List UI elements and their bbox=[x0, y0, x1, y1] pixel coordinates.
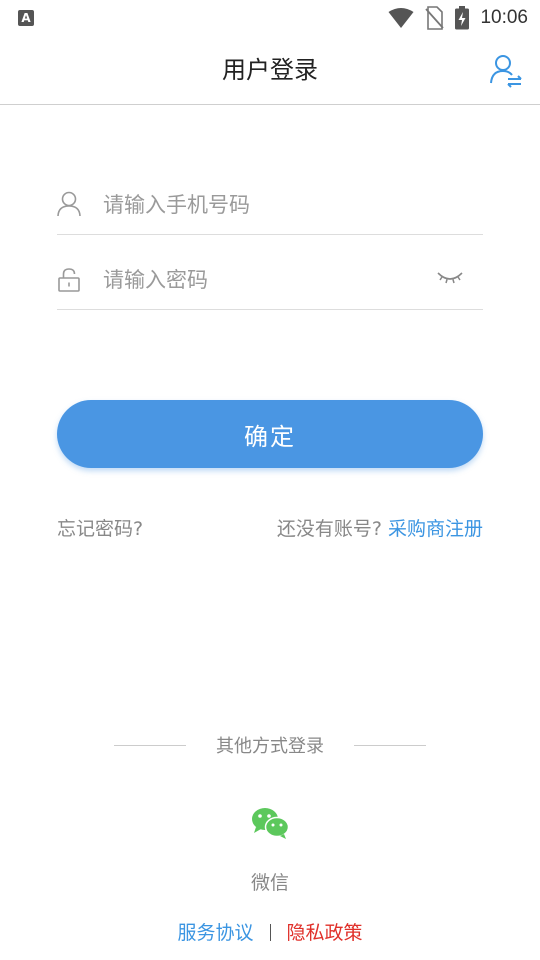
user-icon bbox=[57, 191, 81, 217]
phone-field bbox=[57, 176, 483, 235]
status-time: 10:06 bbox=[480, 7, 528, 28]
divider-right bbox=[354, 745, 426, 746]
password-input[interactable] bbox=[103, 261, 423, 299]
service-agreement-link[interactable]: 服务协议 bbox=[177, 922, 253, 944]
wifi-icon bbox=[388, 8, 414, 28]
wechat-label: 微信 bbox=[250, 872, 289, 894]
status-icons: 10:06 bbox=[388, 4, 528, 32]
phone-input[interactable] bbox=[103, 186, 423, 224]
other-login-section: 其他方式登录 bbox=[0, 730, 540, 760]
buyer-register-link[interactable]: 采购商注册 bbox=[388, 518, 483, 540]
confirm-button[interactable]: 确定 bbox=[57, 400, 483, 468]
eye-closed-icon[interactable] bbox=[437, 267, 463, 289]
status-bar: A 10:06 bbox=[0, 0, 540, 36]
wechat-icon[interactable] bbox=[250, 806, 290, 840]
password-field bbox=[57, 251, 483, 310]
other-login-title: 其他方式登录 bbox=[216, 736, 324, 757]
switch-account-button[interactable] bbox=[488, 52, 524, 88]
privacy-policy-link[interactable]: 隐私政策 bbox=[287, 922, 363, 944]
notification-a-icon: A bbox=[18, 10, 34, 26]
forgot-password-link[interactable]: 忘记密码? bbox=[57, 514, 143, 541]
lock-icon bbox=[58, 268, 80, 292]
battery-charging-icon bbox=[455, 6, 470, 30]
footer-separator bbox=[269, 924, 271, 941]
no-account-text: 还没有账号? bbox=[276, 518, 382, 540]
register-line: 还没有账号? 采购商注册 bbox=[277, 514, 483, 541]
footer-links: 服务协议 隐私政策 bbox=[0, 918, 540, 945]
user-switch-icon bbox=[490, 55, 522, 88]
no-sim-icon bbox=[425, 6, 445, 30]
nav-bar: 用户登录 bbox=[0, 36, 540, 105]
page-title: 用户登录 bbox=[222, 56, 318, 84]
